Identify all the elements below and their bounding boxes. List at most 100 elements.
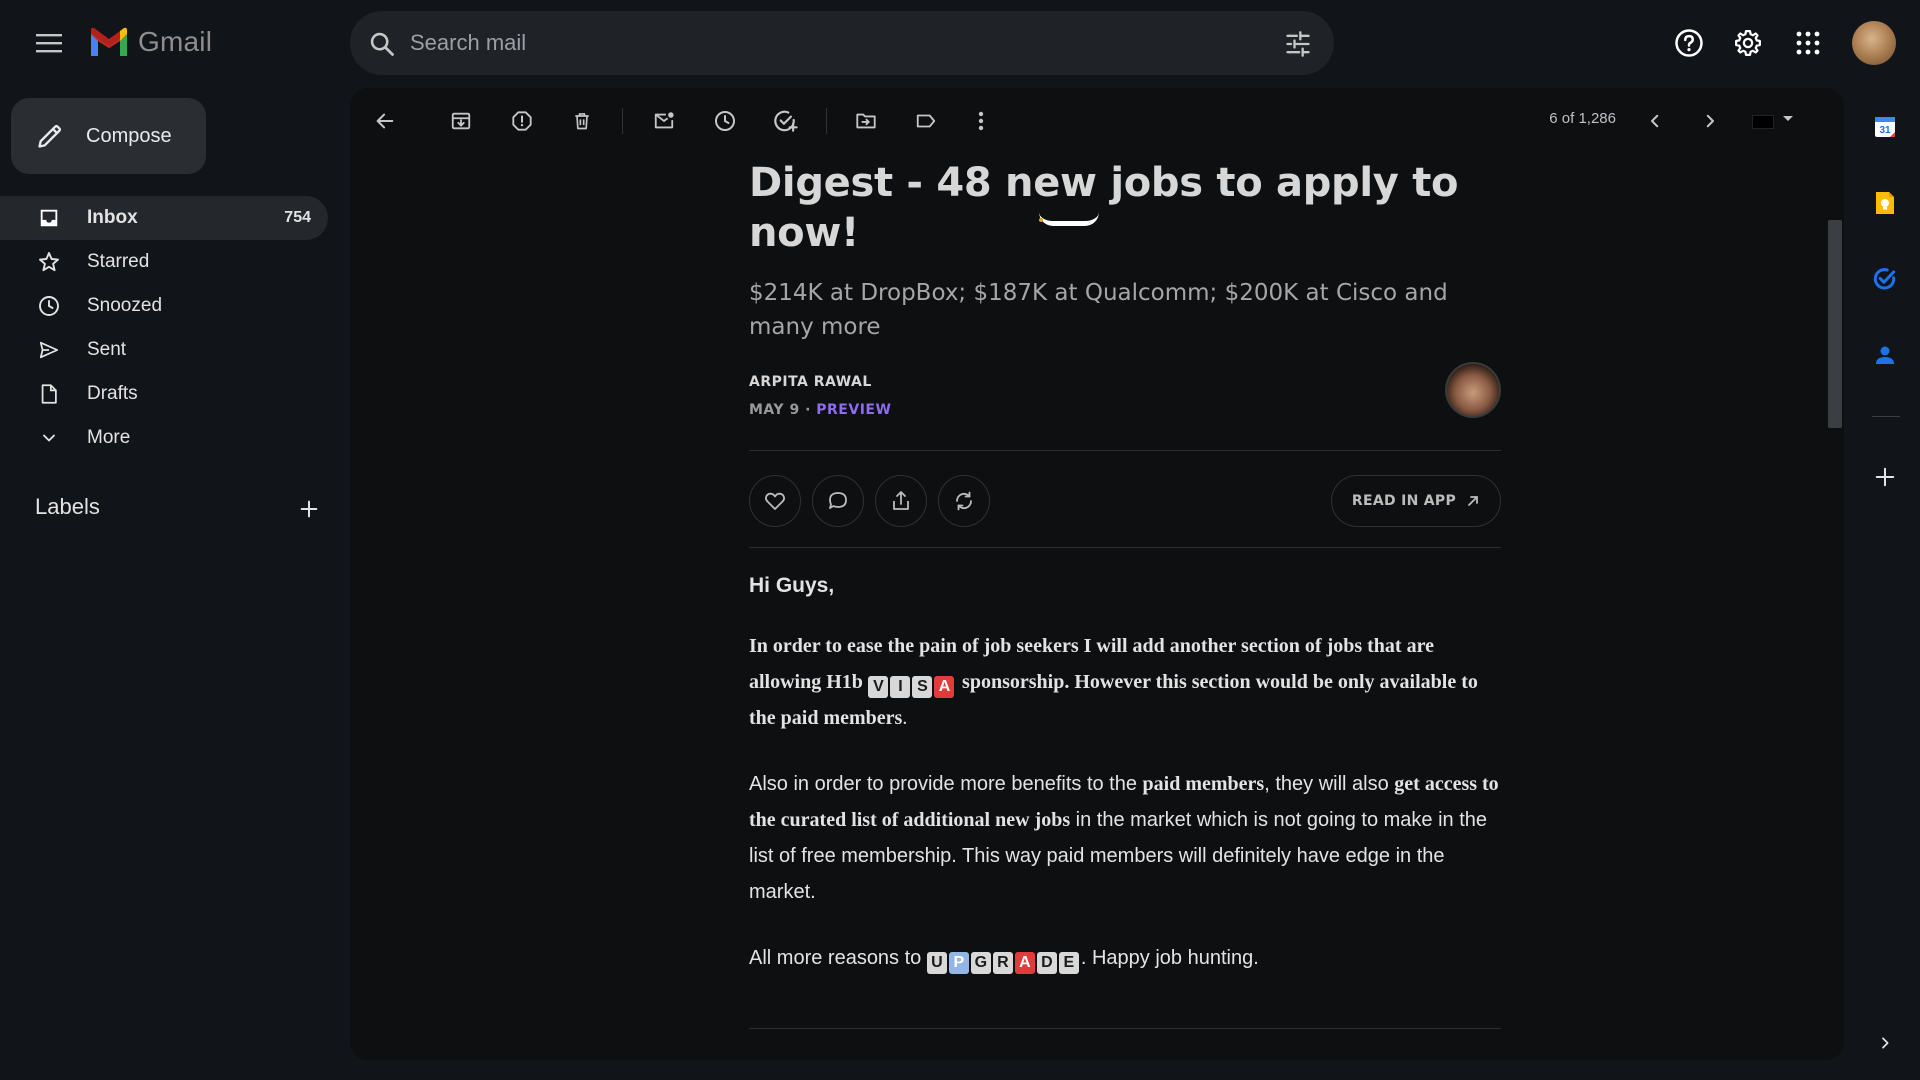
comment-button[interactable] (812, 475, 864, 527)
letter-tile: V (868, 676, 889, 698)
compose-label: Compose (86, 124, 172, 147)
inbox-icon (40, 209, 58, 227)
delete-icon (575, 113, 589, 130)
hamburger-menu-icon (36, 34, 62, 53)
older-button[interactable] (1692, 103, 1728, 139)
share-button[interactable] (875, 475, 927, 527)
star-icon (39, 252, 59, 272)
sidebar-item-label: Drafts (87, 383, 138, 404)
clock-icon (39, 296, 59, 316)
calendar-icon: 31 (1875, 117, 1895, 137)
byline: ARPITA RAWAL MAY 9 · PREVIEW (749, 362, 1501, 434)
toolbar-divider (622, 108, 623, 134)
main-menu-button[interactable] (29, 23, 69, 63)
side-panel: 31 (1850, 88, 1920, 1080)
restack-button[interactable] (938, 475, 990, 527)
help-icon (1675, 29, 1703, 57)
delete-button[interactable] (564, 103, 600, 139)
search-input[interactable] (410, 11, 1230, 75)
side-panel-divider (1872, 416, 1900, 417)
sidebar-nav: Inbox 754 Starred Snoozed Sent Drafts Mo… (0, 196, 328, 460)
account-avatar[interactable] (1852, 21, 1896, 65)
heart-icon (765, 492, 785, 510)
like-button[interactable] (749, 475, 801, 527)
gmail-m-icon (91, 27, 127, 56)
unread-count: 754 (284, 209, 311, 226)
tasks-addon[interactable] (1870, 264, 1900, 294)
top-header: Gmail (0, 0, 1920, 86)
label-button[interactable] (908, 103, 944, 139)
search-bar[interactable] (350, 11, 1334, 75)
google-apps-button[interactable] (1787, 22, 1829, 64)
letter-tile: G (970, 952, 991, 974)
email-content: Digest - 48 new jobs to apply to now! $2… (749, 158, 1501, 976)
letter-tile: U (926, 952, 947, 974)
more-options-button[interactable] (963, 103, 999, 139)
keep-icon (1876, 192, 1894, 214)
keep-addon[interactable] (1870, 188, 1900, 218)
divider (749, 1028, 1501, 1029)
letter-tile: R (992, 952, 1013, 974)
header-image-partial (1039, 212, 1099, 226)
chevron-down-icon (43, 434, 55, 442)
back-icon (376, 113, 394, 129)
sidebar-item-starred[interactable]: Starred (0, 240, 328, 284)
paragraph-2: Also in order to provide more benefits t… (749, 773, 1499, 903)
snooze-icon (715, 111, 735, 131)
add-to-tasks-button[interactable] (767, 103, 803, 139)
calendar-addon[interactable]: 31 (1870, 112, 1900, 142)
search-options-icon[interactable] (1284, 30, 1312, 58)
header-image-partial-dot (1039, 218, 1043, 222)
reading-pane: 6 of 1,286 Digest - 48 new jobs to apply… (350, 88, 1844, 1060)
snooze-button[interactable] (707, 103, 743, 139)
pencil-icon (38, 124, 62, 148)
caret-down-icon[interactable] (1782, 115, 1794, 123)
letter-tile: S (912, 676, 933, 698)
contacts-addon[interactable] (1870, 340, 1900, 370)
author-avatar[interactable] (1445, 362, 1501, 418)
scrollbar[interactable] (1828, 220, 1842, 428)
chevron-right-icon (1882, 1037, 1889, 1049)
sidebar-item-label: Snoozed (87, 295, 163, 316)
preview-link[interactable]: PREVIEW (816, 402, 891, 418)
compose-button[interactable]: Compose (11, 98, 206, 174)
archive-icon (451, 112, 471, 130)
input-tools-toggle[interactable] (1752, 115, 1774, 129)
sidebar-item-inbox[interactable]: Inbox 754 (0, 196, 328, 240)
gmail-logo[interactable]: Gmail (88, 26, 212, 58)
settings-button[interactable] (1727, 22, 1769, 64)
sidebar-item-label: Sent (87, 339, 127, 360)
archive-button[interactable] (443, 103, 479, 139)
read-in-app-button[interactable]: READ IN APP (1331, 475, 1501, 527)
gear-icon (1735, 30, 1761, 56)
labels-section: Labels (35, 494, 320, 530)
get-addons-button[interactable] (1870, 462, 1900, 492)
sidebar-item-sent[interactable]: Sent (0, 328, 328, 372)
label-icon (916, 114, 936, 128)
contacts-icon (1876, 346, 1894, 364)
report-spam-button[interactable] (504, 103, 540, 139)
email-body: Hi Guys, In order to ease the pain of jo… (749, 574, 1501, 976)
letter-tile: I (890, 676, 911, 698)
sidebar-item-drafts[interactable]: Drafts (0, 372, 328, 416)
create-label-icon[interactable] (298, 498, 320, 520)
support-button[interactable] (1668, 22, 1710, 64)
post-date: MAY 9 (749, 402, 800, 418)
newer-button[interactable] (1637, 103, 1673, 139)
add-task-icon (774, 110, 798, 132)
sidebar-item-snoozed[interactable]: Snoozed (0, 284, 328, 328)
email-subtitle: $214K at DropBox; $187K at Qualcomm; $20… (749, 280, 1448, 340)
move-to-button[interactable] (848, 103, 884, 139)
mark-unread-button[interactable] (646, 103, 682, 139)
tasks-icon (1873, 268, 1896, 290)
back-button[interactable] (367, 103, 403, 139)
post-actions: READ IN APP (749, 451, 1501, 547)
search-icon[interactable] (368, 30, 396, 58)
hide-side-panel-button[interactable] (1870, 1028, 1900, 1058)
paragraph-3: All more reasons to UPGRADE. Happy job h… (749, 940, 1501, 976)
sidebar-item-more[interactable]: More (0, 416, 328, 460)
svg-text:31: 31 (1879, 125, 1891, 136)
external-arrow-icon (1468, 496, 1478, 506)
post-meta: MAY 9 · PREVIEW (749, 402, 1501, 418)
author-name[interactable]: ARPITA RAWAL (749, 374, 1501, 390)
